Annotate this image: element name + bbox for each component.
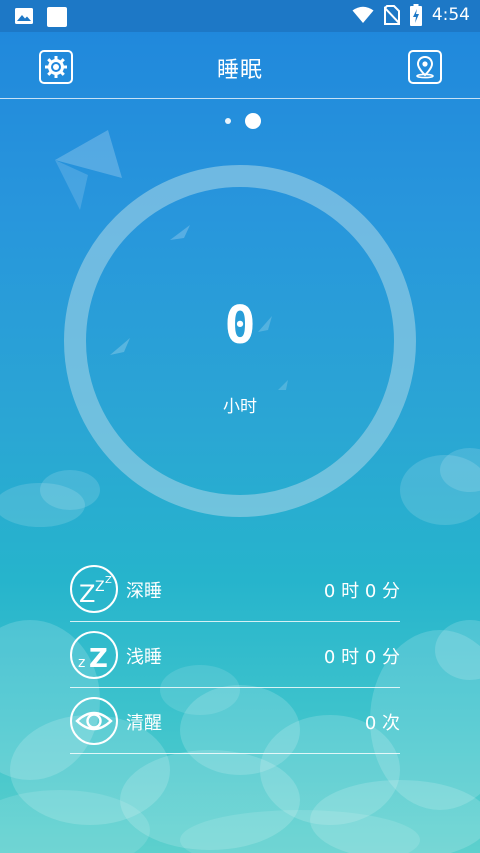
app-icon [47,7,67,27]
svg-text:Z: Z [79,580,95,608]
page-dot-2-active[interactable] [245,113,261,129]
status-time: 4:54 [431,5,470,25]
sleep-hours-unit: 小时 [223,397,257,417]
svg-text:Z: Z [105,575,112,586]
eye-icon [70,697,118,745]
deep-sleep-icon: Z Z Z [70,565,118,613]
list-item-light-sleep: z Z 浅睡 0 时 0 分 [70,622,400,688]
wifi-icon [352,6,374,23]
stat-label: 浅睡 [126,647,162,668]
stat-label: 深睡 [126,581,162,602]
no-sim-icon [383,5,400,25]
location-icon [416,55,434,79]
status-bar: 4:54 [0,0,480,32]
battery-charging-icon [409,4,422,26]
header: 睡眠 [0,32,480,99]
light-sleep-icon: z Z [70,631,118,679]
stat-label: 清醒 [126,713,162,734]
list-item-deep-sleep: Z Z Z 深睡 0 时 0 分 [70,556,400,622]
stat-value: 0 次 [364,713,400,734]
svg-text:Z: Z [89,644,108,674]
sleep-hours-value: 0 [224,296,256,356]
stat-value: 0 时 0 分 [323,581,400,602]
page-dot-1[interactable] [225,118,231,124]
stat-value: 0 时 0 分 [323,647,400,668]
svg-text:z: z [78,655,85,671]
page-indicator [0,113,480,131]
image-icon [15,8,33,24]
location-button[interactable] [408,50,442,84]
paper-plane-icon [55,130,122,210]
sleep-stats-list: Z Z Z 深睡 0 时 0 分 z Z 浅睡 0 时 0 分 清醒 0 次 [70,556,400,754]
svg-text:Z: Z [95,579,105,595]
list-item-awake: 清醒 0 次 [70,688,400,754]
